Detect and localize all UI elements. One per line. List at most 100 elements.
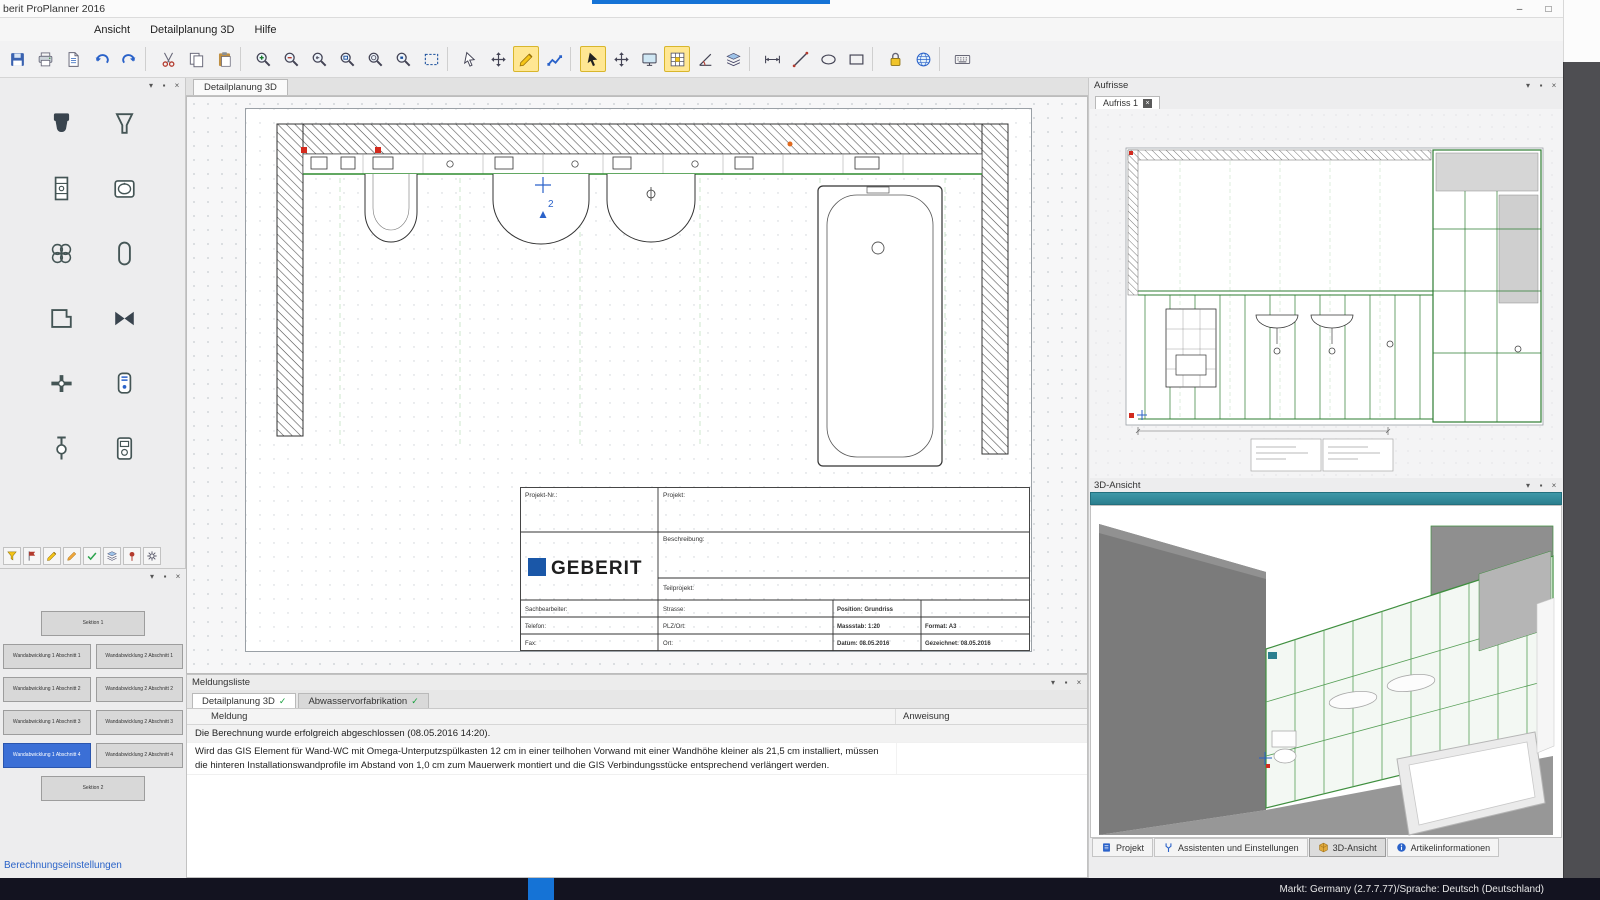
tab-aufriss-1[interactable]: Aufriss 1 × [1095, 96, 1160, 109]
section-box[interactable]: Wandabwicklung 1 Abschnitt 2 [3, 677, 91, 702]
print-button[interactable] [32, 46, 58, 72]
grid-select-button[interactable] [664, 46, 690, 72]
section-box[interactable]: Wandabwicklung 2 Abschnitt 4 [96, 743, 184, 768]
collapse-icon[interactable]: ▾ [147, 572, 157, 581]
tab-assistenten-und-einstellungen[interactable]: Assistenten und Einstellungen [1154, 838, 1308, 857]
close-icon[interactable]: × [1549, 81, 1559, 90]
marker-small-button[interactable] [43, 547, 61, 565]
urinal-sensor-tool[interactable] [108, 366, 142, 400]
tool-button[interactable] [939, 47, 946, 71]
close-icon[interactable]: × [1549, 481, 1559, 490]
maximize-button[interactable]: □ [1534, 0, 1563, 18]
pencil-button[interactable] [63, 547, 81, 565]
minimize-button[interactable]: – [1505, 0, 1534, 18]
tool-button[interactable] [145, 47, 152, 71]
pan-button[interactable] [485, 46, 511, 72]
drawing-canvas[interactable]: 2 [186, 96, 1088, 674]
menu-detailplanung-3d[interactable]: Detailplanung 3D [140, 21, 244, 39]
undo-button[interactable] [88, 46, 114, 72]
collapse-icon[interactable]: ▾ [1523, 481, 1533, 490]
globe-button[interactable] [910, 46, 936, 72]
angle-button[interactable] [692, 46, 718, 72]
module-element-tool[interactable] [108, 431, 142, 465]
paste-button[interactable] [211, 46, 237, 72]
move-button[interactable] [608, 46, 634, 72]
close-icon[interactable]: × [173, 572, 183, 581]
zoom-window-button[interactable] [334, 46, 360, 72]
tab-artikelinformationen[interactable]: Artikelinformationen [1387, 838, 1500, 857]
wc-fixture[interactable] [365, 174, 417, 242]
zoom-in-button[interactable] [250, 46, 276, 72]
zoom-selection-button[interactable] [390, 46, 416, 72]
tool-button[interactable] [570, 47, 577, 71]
pin-icon[interactable]: ▪ [1061, 678, 1071, 687]
elevation-canvas[interactable] [1090, 109, 1562, 478]
pin-button[interactable] [123, 547, 141, 565]
menu-hilfe[interactable]: Hilfe [244, 21, 286, 39]
section-box[interactable]: Wandabwicklung 2 Abschnitt 1 [96, 644, 184, 669]
flag-button[interactable] [23, 547, 41, 565]
section-box[interactable]: Wandabwicklung 1 Abschnitt 1 [3, 644, 91, 669]
tool-button[interactable] [749, 47, 756, 71]
layers-small-button[interactable] [103, 547, 121, 565]
section-box[interactable]: Wandabwicklung 2 Abschnitt 3 [96, 710, 184, 735]
filter-button[interactable] [3, 547, 21, 565]
section-box[interactable]: Sektion 2 [41, 776, 145, 801]
layers-button[interactable] [720, 46, 746, 72]
section-box[interactable]: Wandabwicklung 2 Abschnitt 2 [96, 677, 184, 702]
valve-tool[interactable] [108, 301, 142, 335]
check-button[interactable] [83, 547, 101, 565]
corner-element-tool[interactable] [45, 301, 79, 335]
wc-element-tool[interactable] [45, 106, 79, 140]
stop-valve-tool[interactable] [45, 431, 79, 465]
section-box[interactable]: Wandabwicklung 1 Abschnitt 3 [3, 710, 91, 735]
zoom-all-button[interactable] [362, 46, 388, 72]
drain-tool[interactable] [45, 236, 79, 270]
section-box[interactable]: Sektion 1 [41, 611, 145, 636]
cut-button[interactable] [155, 46, 181, 72]
washbasin-tool[interactable] [108, 171, 142, 205]
pointer-button[interactable] [457, 46, 483, 72]
save-button[interactable] [4, 46, 30, 72]
collapse-icon[interactable]: ▾ [146, 81, 156, 90]
collapse-icon[interactable]: ▾ [1048, 678, 1058, 687]
screen-button[interactable] [636, 46, 662, 72]
pin-icon[interactable]: ▪ [159, 81, 169, 90]
collapse-icon[interactable]: ▾ [1523, 81, 1533, 90]
pin-icon[interactable]: ▪ [1536, 481, 1546, 490]
tab-3d-ansicht[interactable]: 3D-Ansicht [1309, 838, 1386, 857]
redo-button[interactable] [116, 46, 142, 72]
rectangle-button[interactable] [843, 46, 869, 72]
connector-button[interactable] [541, 46, 567, 72]
lock-button[interactable] [882, 46, 908, 72]
zoom-out-button[interactable] [278, 46, 304, 72]
tool-button[interactable] [447, 47, 454, 71]
message-tab-detailplanung[interactable]: Detailplanung 3D✓ [192, 693, 296, 708]
close-icon[interactable]: × [172, 81, 182, 90]
3d-viewport[interactable] [1090, 505, 1562, 838]
report-button[interactable] [60, 46, 86, 72]
dimension-button[interactable] [759, 46, 785, 72]
pin-icon[interactable]: ▪ [160, 572, 170, 581]
bathtub-tool[interactable] [108, 236, 142, 270]
message-tab-abwasservorfabrikation[interactable]: Abwasservorfabrikation✓ [298, 693, 428, 708]
ellipse-button[interactable] [815, 46, 841, 72]
tool-button[interactable] [240, 47, 247, 71]
zoom-previous-button[interactable] [306, 46, 332, 72]
highlight-marker-button[interactable] [513, 46, 539, 72]
tab-projekt[interactable]: Projekt [1092, 838, 1153, 857]
close-icon[interactable]: × [1074, 678, 1084, 687]
menu-ansicht[interactable]: Ansicht [84, 21, 140, 39]
select-cursor-button[interactable] [580, 46, 606, 72]
selection-frame-button[interactable] [418, 46, 444, 72]
berechnungseinstellungen-link[interactable]: Berechnungseinstellungen [4, 860, 122, 871]
message-row[interactable]: Wird das GIS Element für Wand-WC mit Ome… [187, 743, 1087, 775]
urinal-tool[interactable] [108, 106, 142, 140]
pipe-fitting-tool[interactable] [45, 366, 79, 400]
line-button[interactable] [787, 46, 813, 72]
keyboard-button[interactable] [949, 46, 975, 72]
cistern-element-tool[interactable] [45, 171, 79, 205]
bathtub-fixture[interactable] [818, 186, 942, 466]
pin-icon[interactable]: ▪ [1536, 81, 1546, 90]
floorplan-sheet[interactable]: 2 [245, 108, 1032, 652]
